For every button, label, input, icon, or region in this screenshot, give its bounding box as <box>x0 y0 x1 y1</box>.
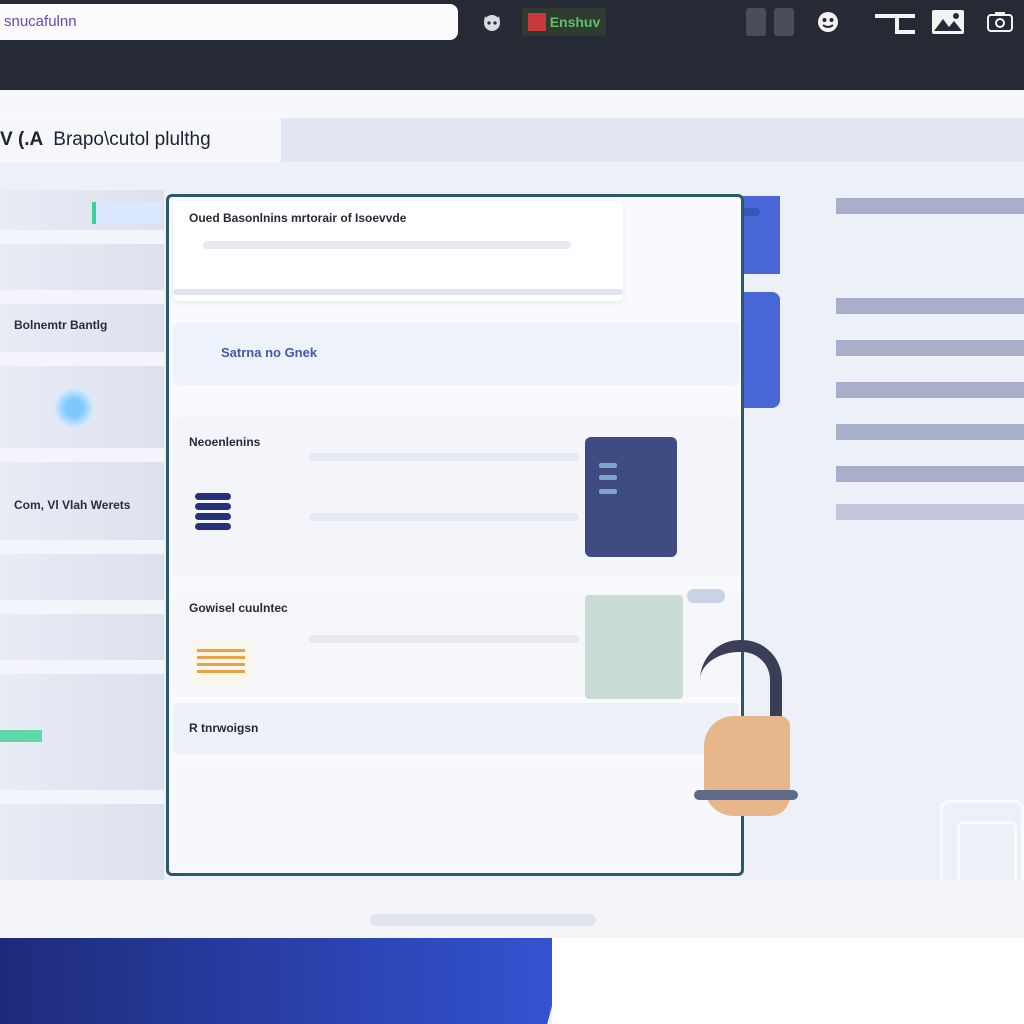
right-placeholder-line <box>836 382 1024 398</box>
toggle-pill[interactable] <box>687 589 725 603</box>
bottom-white-panel <box>552 938 1024 1024</box>
sidebar-divider <box>0 600 164 614</box>
page-title: V (.A Brapo\cutol plulthg <box>0 118 282 162</box>
right-placeholder-line <box>836 340 1024 356</box>
flag-icon <box>527 13 546 31</box>
sidebar-divider <box>0 230 164 244</box>
sidebar-divider <box>0 352 164 366</box>
browser-toolbar: snucafulnn Enshuv <box>0 0 1024 90</box>
placeholder-line <box>203 241 571 249</box>
card-section-footer-row[interactable]: R tnrwoigsn <box>173 703 739 755</box>
right-placeholder-line <box>836 466 1024 482</box>
placeholder-line <box>309 453 579 461</box>
list-lines-icon <box>191 639 251 685</box>
bottom-scroll-indicator[interactable] <box>370 914 596 926</box>
sidebar-item-2[interactable]: Com, Vl Vlah Werets <box>0 498 144 512</box>
bookmark-bar-icon[interactable] <box>872 8 918 36</box>
sidebar-divider <box>0 290 164 304</box>
extension-tag-button[interactable]: Enshuv <box>522 8 606 36</box>
title-strip-background <box>0 90 1024 118</box>
sidebar-divider <box>0 660 164 674</box>
card-section-overview: Oued Basonlnins mrtorair of Isoevvde <box>173 201 623 301</box>
section-heading-content: Gowisel cuulntec <box>189 601 288 615</box>
server-icon <box>585 437 677 557</box>
sidebar-progress-indicator <box>0 730 42 742</box>
placeholder-line <box>173 289 623 295</box>
extension-tag-label: Enshuv <box>549 14 601 30</box>
card-section-link: Satrna no Gnek <box>173 323 739 385</box>
tab-grid-icon[interactable] <box>742 8 798 36</box>
right-placeholder-line <box>836 504 1024 520</box>
sidebar-active-indicator <box>92 202 162 224</box>
page-title-prefix: V (.A <box>0 129 44 150</box>
sidebar: Bolnemtr Bantlg Com, Vl Vlah Werets <box>0 190 164 880</box>
camera-icon[interactable] <box>986 8 1014 36</box>
section-link[interactable]: Satrna no Gnek <box>221 345 317 360</box>
sidebar-status-icon[interactable] <box>54 388 94 428</box>
sidebar-divider <box>0 790 164 804</box>
profile-face-icon[interactable] <box>814 8 842 36</box>
cat-extension-icon[interactable] <box>478 8 506 36</box>
sidebar-divider <box>0 448 164 462</box>
section-heading-overview: Oued Basonlnins mrtorair of Isoevvde <box>189 211 407 225</box>
placeholder-line <box>309 513 579 521</box>
right-placeholder-line <box>836 198 1024 214</box>
placeholder-line <box>309 635 579 643</box>
stack-layers-icon <box>195 493 231 535</box>
card-section-empty <box>173 763 739 869</box>
bottom-blue-banner <box>0 938 570 1024</box>
photo-icon[interactable] <box>930 8 966 36</box>
sidebar-item-1[interactable]: Bolnemtr Bantlg <box>0 318 121 332</box>
main-card: Oued Basonlnins mrtorair of Isoevvde Sat… <box>166 194 744 876</box>
section-heading-footer: R tnrwoigsn <box>189 721 259 735</box>
page-title-text: Brapo\cutol plulthg <box>53 129 211 150</box>
bottom-strip <box>0 880 1024 938</box>
arm-illustration <box>700 640 782 720</box>
note-card-illustration <box>585 595 683 699</box>
sidebar-divider <box>0 540 164 554</box>
hand-illustration <box>704 716 790 816</box>
title-bar-filler <box>282 118 1024 162</box>
pen-illustration <box>694 790 798 800</box>
address-bar[interactable]: snucafulnn <box>0 4 458 40</box>
right-placeholder-line <box>836 298 1024 314</box>
right-placeholder-line <box>836 424 1024 440</box>
section-heading-details: Neoenlenins <box>189 435 261 449</box>
